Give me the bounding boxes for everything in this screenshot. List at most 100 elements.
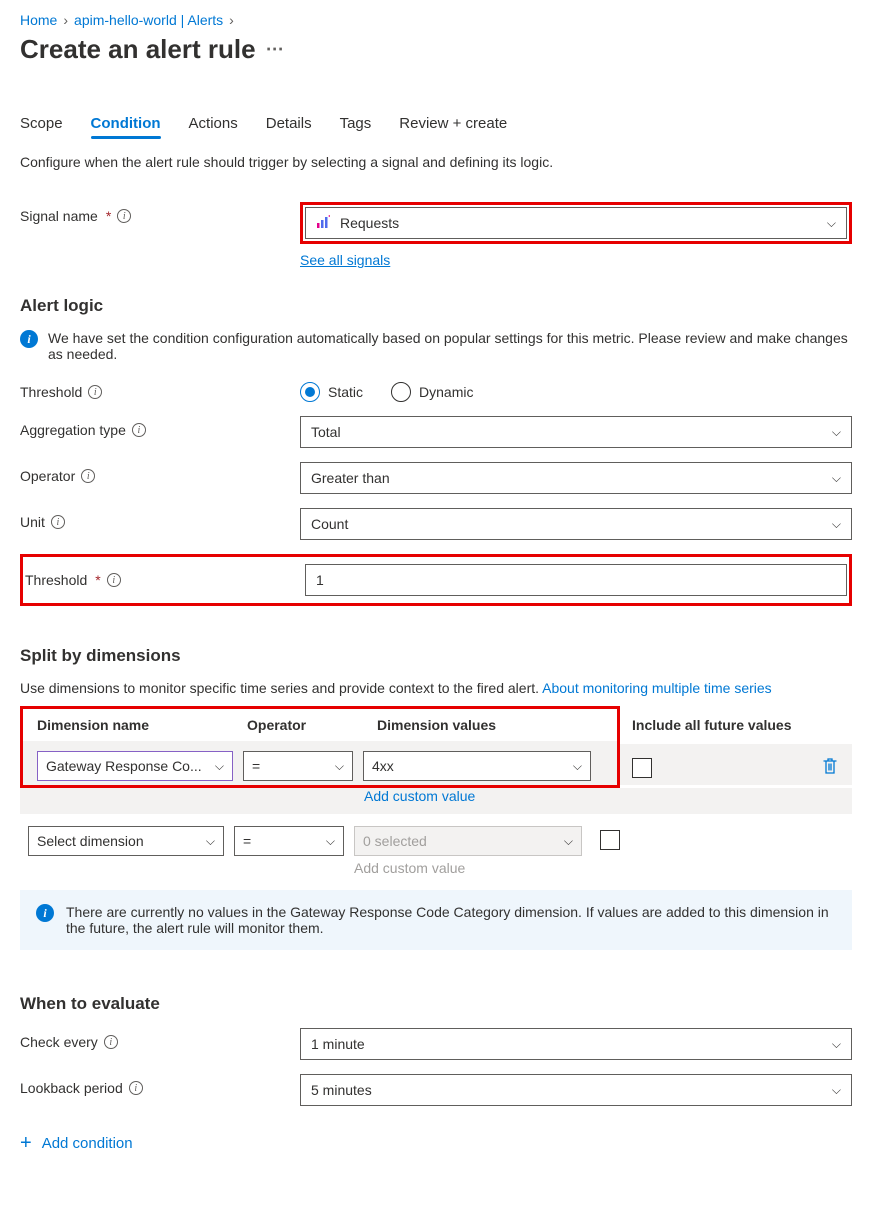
col-include-future: Include all future values bbox=[632, 717, 792, 733]
info-icon[interactable]: i bbox=[107, 573, 121, 587]
chevron-down-icon: ⌵ bbox=[832, 1037, 841, 1052]
dimension-operator-value: = bbox=[252, 758, 335, 774]
tab-details[interactable]: Details bbox=[266, 115, 312, 136]
chevron-down-icon: ⌵ bbox=[326, 834, 335, 849]
trash-icon[interactable] bbox=[822, 757, 838, 778]
alert-logic-info: We have set the condition configuration … bbox=[48, 330, 852, 362]
tab-description: Configure when the alert rule should tri… bbox=[20, 154, 852, 170]
info-icon[interactable]: i bbox=[51, 515, 65, 529]
col-dimension-values: Dimension values bbox=[377, 717, 617, 733]
unit-select[interactable]: Count ⌵ bbox=[300, 508, 852, 540]
info-icon[interactable]: i bbox=[104, 1035, 118, 1049]
dimension-name-value: Gateway Response Co... bbox=[46, 758, 215, 774]
col-dimension-name: Dimension name bbox=[37, 717, 247, 733]
chevron-down-icon: ⌵ bbox=[573, 759, 582, 774]
dimension-operator-value-2: = bbox=[243, 833, 326, 849]
radio-static[interactable]: Static bbox=[300, 382, 363, 402]
dimensions-help-link[interactable]: About monitoring multiple time series bbox=[542, 680, 772, 696]
required-indicator: * bbox=[106, 208, 111, 224]
info-icon[interactable]: i bbox=[129, 1081, 143, 1095]
operator-label: Operator bbox=[20, 468, 75, 484]
unit-label: Unit bbox=[20, 514, 45, 530]
operator-select[interactable]: Greater than ⌵ bbox=[300, 462, 852, 494]
chevron-down-icon: ⌵ bbox=[215, 759, 224, 774]
operator-value: Greater than bbox=[311, 470, 390, 486]
dimension-operator-select-2[interactable]: = ⌵ bbox=[234, 826, 344, 856]
threshold-type-label: Threshold bbox=[20, 384, 82, 400]
include-future-checkbox[interactable] bbox=[632, 758, 652, 778]
info-badge-icon: i bbox=[20, 330, 38, 348]
dimension-values-value-2: 0 selected bbox=[363, 833, 564, 849]
dimension-values-select-2[interactable]: 0 selected ⌵ bbox=[354, 826, 582, 856]
breadcrumb-home[interactable]: Home bbox=[20, 12, 57, 28]
info-icon[interactable]: i bbox=[117, 209, 131, 223]
dimension-name-select-2[interactable]: Select dimension ⌵ bbox=[28, 826, 224, 856]
check-every-value: 1 minute bbox=[311, 1036, 365, 1052]
col-operator: Operator bbox=[247, 717, 377, 733]
see-all-signals-link[interactable]: See all signals bbox=[300, 252, 390, 268]
info-icon[interactable]: i bbox=[88, 385, 102, 399]
chevron-right-icon: › bbox=[63, 12, 68, 28]
aggregation-type-label: Aggregation type bbox=[20, 422, 126, 438]
chevron-down-icon: ⌵ bbox=[564, 834, 573, 849]
required-indicator: * bbox=[95, 572, 100, 588]
radio-dynamic[interactable]: Dynamic bbox=[391, 382, 473, 402]
unit-value: Count bbox=[311, 516, 348, 532]
evaluate-heading: When to evaluate bbox=[20, 994, 852, 1014]
radio-static-label: Static bbox=[328, 384, 363, 400]
breadcrumb: Home › apim-hello-world | Alerts › bbox=[20, 12, 852, 28]
tab-scope[interactable]: Scope bbox=[20, 115, 63, 136]
aggregation-type-select[interactable]: Total ⌵ bbox=[300, 416, 852, 448]
chevron-right-icon: › bbox=[229, 12, 234, 28]
chart-bar-icon bbox=[316, 214, 332, 233]
dimension-values-select[interactable]: 4xx ⌵ bbox=[363, 751, 591, 781]
dimension-warning: There are currently no values in the Gat… bbox=[66, 904, 836, 936]
lookback-select[interactable]: 5 minutes ⌵ bbox=[300, 1074, 852, 1106]
dimensions-description: Use dimensions to monitor specific time … bbox=[20, 680, 542, 696]
radio-circle-icon bbox=[300, 382, 320, 402]
info-icon[interactable]: i bbox=[132, 423, 146, 437]
add-custom-value-link[interactable]: Add custom value bbox=[364, 788, 475, 804]
check-every-label: Check every bbox=[20, 1034, 98, 1050]
tab-review-create[interactable]: Review + create bbox=[399, 115, 507, 136]
dimension-name-select[interactable]: Gateway Response Co... ⌵ bbox=[37, 751, 233, 781]
add-condition-button[interactable]: + Add condition bbox=[20, 1132, 852, 1155]
chevron-down-icon: ⌵ bbox=[206, 834, 215, 849]
lookback-value: 5 minutes bbox=[311, 1082, 372, 1098]
add-custom-value-link-2: Add custom value bbox=[354, 860, 465, 876]
more-icon[interactable]: ⋯ bbox=[266, 39, 284, 60]
chevron-down-icon: ⌵ bbox=[335, 759, 344, 774]
chevron-down-icon: ⌵ bbox=[827, 216, 836, 231]
dimension-values-value: 4xx bbox=[372, 758, 573, 774]
signal-name-select[interactable]: Requests ⌵ bbox=[305, 207, 847, 239]
add-condition-label: Add condition bbox=[42, 1135, 133, 1152]
check-every-select[interactable]: 1 minute ⌵ bbox=[300, 1028, 852, 1060]
tab-actions[interactable]: Actions bbox=[189, 115, 238, 136]
signal-name-value: Requests bbox=[340, 215, 399, 231]
plus-icon: + bbox=[20, 1132, 32, 1155]
threshold-value-input[interactable]: 1 bbox=[305, 564, 847, 596]
tab-tags[interactable]: Tags bbox=[340, 115, 372, 136]
signal-name-label: Signal name bbox=[20, 208, 98, 224]
breadcrumb-item[interactable]: apim-hello-world | Alerts bbox=[74, 12, 223, 28]
radio-dynamic-label: Dynamic bbox=[419, 384, 473, 400]
lookback-label: Lookback period bbox=[20, 1080, 123, 1096]
dimensions-heading: Split by dimensions bbox=[20, 646, 852, 666]
include-future-checkbox-2[interactable] bbox=[600, 830, 620, 850]
chevron-down-icon: ⌵ bbox=[832, 1083, 841, 1098]
radio-circle-icon bbox=[391, 382, 411, 402]
info-badge-icon: i bbox=[36, 904, 54, 922]
dimension-operator-select[interactable]: = ⌵ bbox=[243, 751, 353, 781]
page-title: Create an alert rule bbox=[20, 34, 256, 65]
chevron-down-icon: ⌵ bbox=[832, 517, 841, 532]
info-icon[interactable]: i bbox=[81, 469, 95, 483]
aggregation-type-value: Total bbox=[311, 424, 341, 440]
chevron-down-icon: ⌵ bbox=[832, 471, 841, 486]
dimension-name-value-2: Select dimension bbox=[37, 833, 206, 849]
tabs: Scope Condition Actions Details Tags Rev… bbox=[20, 115, 852, 136]
threshold-value-label: Threshold bbox=[25, 572, 87, 588]
chevron-down-icon: ⌵ bbox=[832, 425, 841, 440]
threshold-value: 1 bbox=[316, 572, 324, 588]
tab-condition[interactable]: Condition bbox=[91, 115, 161, 136]
alert-logic-heading: Alert logic bbox=[20, 296, 852, 316]
